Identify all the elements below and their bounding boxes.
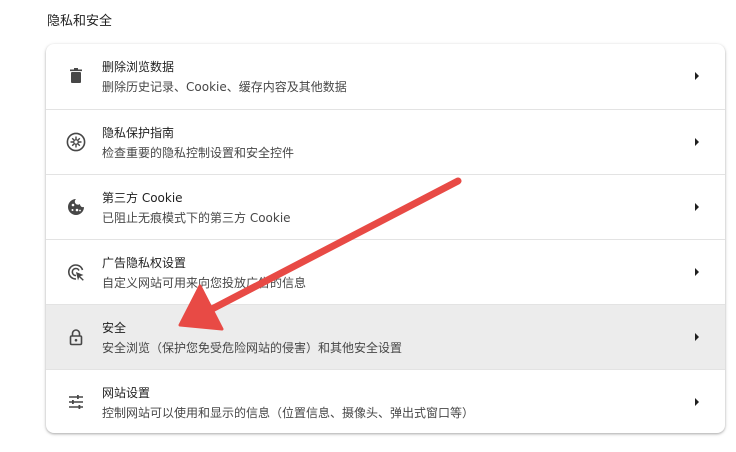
row-security[interactable]: 安全 安全浏览（保护您免受危险网站的侵害）和其他安全设置 <box>46 304 725 369</box>
cookie-icon <box>65 196 87 218</box>
lock-icon <box>65 326 87 348</box>
trash-icon <box>65 65 87 87</box>
ad-privacy-icon <box>65 261 87 283</box>
row-title: 广告隐私权设置 <box>102 256 187 270</box>
privacy-security-card: 删除浏览数据 删除历史记录、Cookie、缓存内容及其他数据 隐私保护指南 检查… <box>46 44 725 433</box>
tune-icon <box>65 391 87 413</box>
privacy-guide-icon <box>65 131 87 153</box>
row-title: 删除浏览数据 <box>102 60 175 74</box>
row-title: 隐私保护指南 <box>102 126 175 140</box>
row-subtitle: 自定义网站可用来向您投放广告的信息 <box>102 276 307 290</box>
row-subtitle: 控制网站可以使用和显示的信息（位置信息、摄像头、弹出式窗口等） <box>102 406 475 420</box>
row-title: 第三方 Cookie <box>102 191 183 205</box>
row-site-settings[interactable]: 网站设置 控制网站可以使用和显示的信息（位置信息、摄像头、弹出式窗口等） <box>46 369 725 433</box>
section-title: 隐私和安全 <box>47 14 113 29</box>
chevron-right-icon <box>692 136 702 148</box>
row-privacy-guide[interactable]: 隐私保护指南 检查重要的隐私控制设置和安全控件 <box>46 109 725 174</box>
row-subtitle: 已阻止无痕模式下的第三方 Cookie <box>102 211 291 225</box>
row-ad-privacy[interactable]: 广告隐私权设置 自定义网站可用来向您投放广告的信息 <box>46 239 725 304</box>
chevron-right-icon <box>692 70 702 82</box>
row-title: 网站设置 <box>102 386 151 400</box>
row-third-party-cookies[interactable]: 第三方 Cookie 已阻止无痕模式下的第三方 Cookie <box>46 174 725 239</box>
row-subtitle: 删除历史记录、Cookie、缓存内容及其他数据 <box>102 80 347 94</box>
chevron-right-icon <box>692 266 702 278</box>
row-subtitle: 检查重要的隐私控制设置和安全控件 <box>102 146 295 160</box>
row-subtitle: 安全浏览（保护您免受危险网站的侵害）和其他安全设置 <box>102 341 403 355</box>
row-clear-browsing-data[interactable]: 删除浏览数据 删除历史记录、Cookie、缓存内容及其他数据 <box>46 44 725 109</box>
chevron-right-icon <box>692 396 702 408</box>
chevron-right-icon <box>692 201 702 213</box>
row-title: 安全 <box>102 321 127 335</box>
chevron-right-icon <box>692 331 702 343</box>
